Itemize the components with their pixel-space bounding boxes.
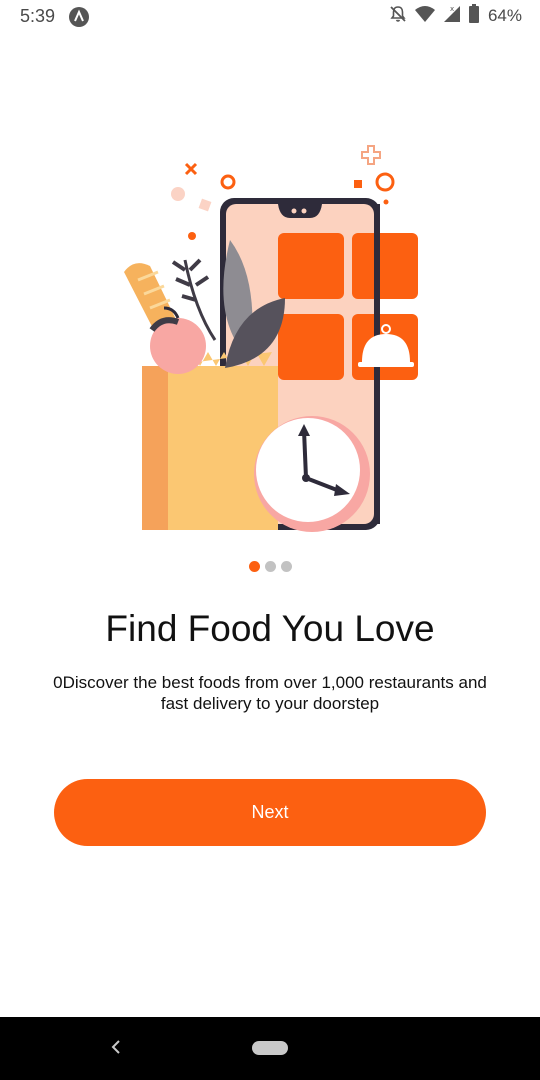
status-icons: x 64% <box>388 3 522 29</box>
system-navigation-bar <box>0 1017 540 1080</box>
back-icon[interactable] <box>106 1037 126 1057</box>
battery-percentage: 64% <box>487 6 522 25</box>
notifications-off-icon <box>388 4 408 29</box>
onboarding-title: Find Food You Love <box>105 608 435 649</box>
wifi-icon <box>414 4 436 29</box>
clock-graphic <box>254 416 370 532</box>
svg-text:x: x <box>450 5 454 13</box>
page-dot-2[interactable] <box>264 561 276 572</box>
battery-icon <box>468 3 480 29</box>
app-notification-icon <box>68 6 90 28</box>
page-dot-1[interactable] <box>248 561 260 572</box>
page-dot-3[interactable] <box>280 561 292 572</box>
status-time: 5:39 <box>20 6 56 26</box>
signal-icon: x <box>442 4 462 29</box>
home-pill-icon[interactable] <box>252 1041 288 1055</box>
onboarding-screen: 5:39 x 64% Find Food You Love 0Discover … <box>0 0 540 1080</box>
onboarding-description: 0Discover the best foods from over 1,000… <box>53 673 487 713</box>
onboarding-illustration <box>110 140 430 540</box>
next-button[interactable]: Next <box>54 779 486 846</box>
status-bar: 5:39 x 64% <box>0 0 540 34</box>
page-indicator <box>0 561 540 572</box>
